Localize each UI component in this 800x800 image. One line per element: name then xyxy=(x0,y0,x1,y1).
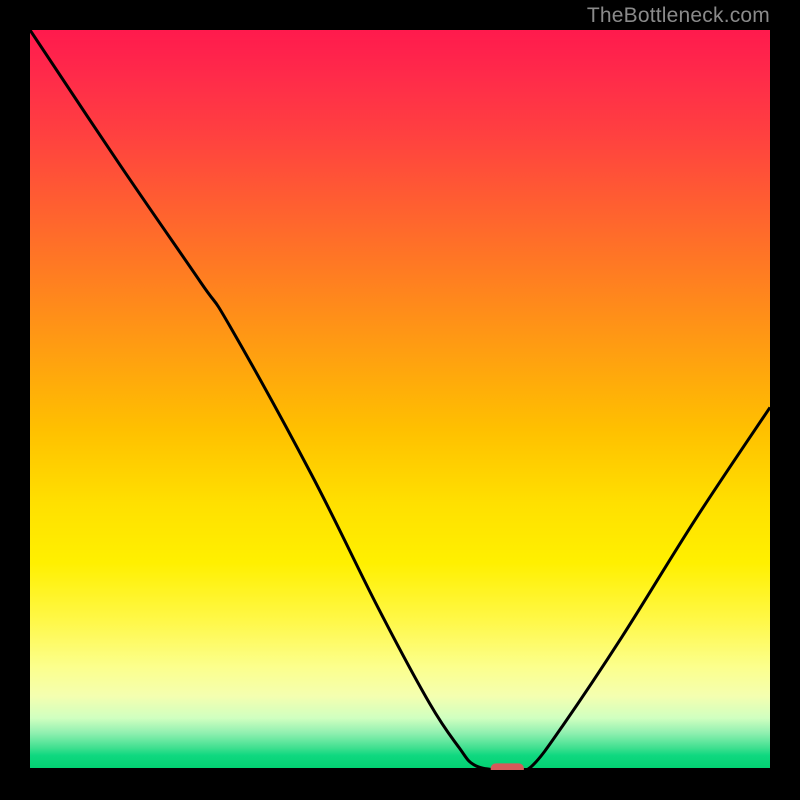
watermark-text: TheBottleneck.com xyxy=(587,4,770,28)
optimal-marker xyxy=(30,30,770,770)
plot-area xyxy=(30,30,770,770)
chart-frame: TheBottleneck.com xyxy=(0,0,800,800)
